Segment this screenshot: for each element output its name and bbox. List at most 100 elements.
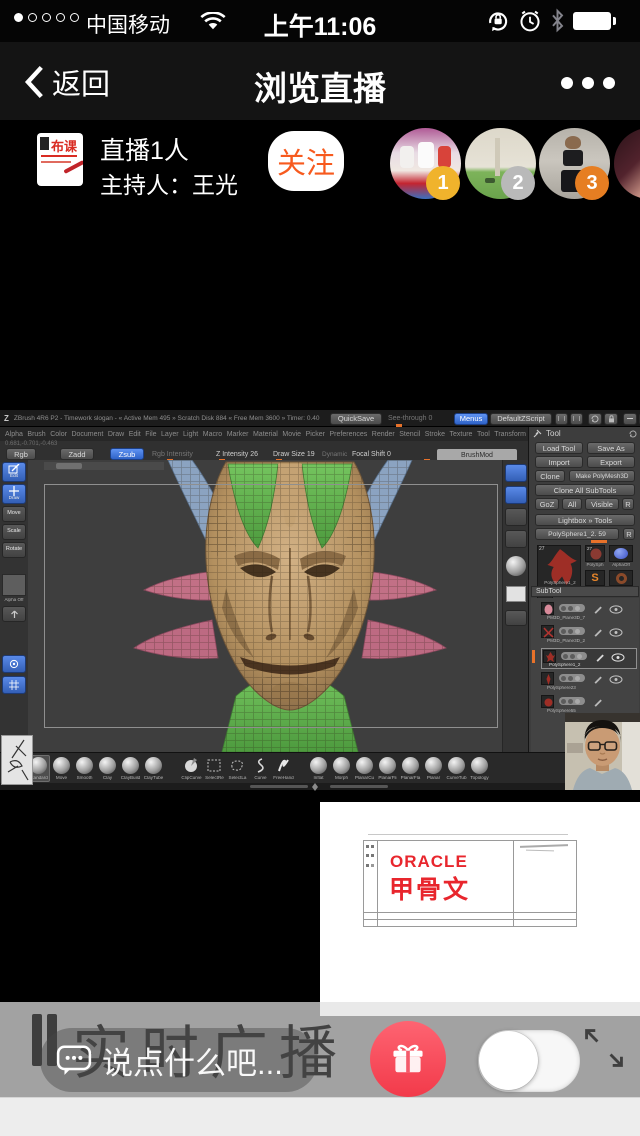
default-zscript-button[interactable]: DefaultZScript: [490, 413, 552, 425]
menu-item[interactable]: Render: [372, 431, 395, 438]
dynamic-toggle[interactable]: Dynamic: [322, 451, 347, 458]
titlebar-mini-button[interactable]: [555, 413, 568, 425]
dragondr-thumbnail[interactable]: [609, 570, 633, 586]
sculpt-canvas[interactable]: [28, 460, 502, 752]
host-avatar[interactable]: 布课: [37, 133, 83, 186]
save-as-button[interactable]: Save As: [587, 442, 635, 454]
stroke-item[interactable]: [206, 757, 223, 774]
eye-icon[interactable]: [609, 628, 623, 637]
clone-button[interactable]: Clone: [535, 470, 565, 482]
alpha-swatch[interactable]: [2, 574, 26, 596]
subtool-row[interactable]: PM3D_Plane3D_7: [541, 602, 637, 623]
brush-item[interactable]: [333, 757, 350, 774]
stroke-item[interactable]: [275, 757, 292, 774]
menu-item[interactable]: Edit: [129, 431, 141, 438]
menu-item[interactable]: Transform: [494, 431, 526, 438]
viewer-avatar[interactable]: [614, 128, 640, 199]
lightbox-tools-button[interactable]: Lightbox » Tools: [535, 514, 635, 526]
see-through-slider[interactable]: See-through 0: [388, 415, 450, 422]
expand-icon[interactable]: [580, 1024, 628, 1072]
minimize-button[interactable]: [623, 413, 637, 425]
brush-item[interactable]: [99, 757, 116, 774]
more-options-button[interactable]: [552, 77, 615, 89]
quick-3d-button[interactable]: [2, 655, 26, 673]
import-button[interactable]: Import: [535, 456, 583, 468]
follow-button[interactable]: 关注: [268, 131, 344, 191]
goz-button[interactable]: GoZ: [535, 498, 559, 510]
menu-item[interactable]: Macro: [203, 431, 222, 438]
zadd-mode-button[interactable]: Zadd: [60, 448, 94, 460]
menu-item[interactable]: Stroke: [425, 431, 445, 438]
material-preview[interactable]: [506, 556, 526, 576]
side-tool-button[interactable]: [505, 486, 527, 504]
brush-item[interactable]: [356, 757, 373, 774]
pen-icon[interactable]: [593, 627, 603, 637]
gift-button[interactable]: [370, 1021, 446, 1097]
menu-item[interactable]: Document: [71, 431, 103, 438]
focal-shift-slider[interactable]: Focal Shift 0: [352, 451, 391, 458]
goz-visible-button[interactable]: Visible: [585, 498, 619, 510]
make-polymesh-button[interactable]: Make PolyMesh3D: [569, 470, 635, 482]
strip-scrollbar[interactable]: [0, 783, 640, 790]
menu-item[interactable]: Picker: [306, 431, 325, 438]
menu-item[interactable]: Stencil: [399, 431, 420, 438]
brush-item[interactable]: [425, 757, 442, 774]
brush-item[interactable]: [402, 757, 419, 774]
menu-item[interactable]: Color: [50, 431, 67, 438]
subtool-row[interactable]: PM3D_Plane3D_2: [541, 625, 637, 646]
stroke-item[interactable]: [229, 757, 246, 774]
z-intensity-slider[interactable]: Z Intensity 26: [216, 451, 258, 458]
quicksave-button[interactable]: QuickSave: [330, 413, 382, 425]
tool-panel-header[interactable]: Tool: [533, 429, 637, 438]
pen-icon[interactable]: [595, 652, 605, 662]
menu-item[interactable]: Draw: [108, 431, 124, 438]
menu-item[interactable]: Texture: [449, 431, 472, 438]
scale-tool-button[interactable]: Scale: [2, 524, 26, 540]
menu-item[interactable]: Marker: [227, 431, 249, 438]
titlebar-mini-button[interactable]: [570, 413, 583, 425]
menus-toggle[interactable]: Menus: [454, 413, 488, 425]
eye-icon[interactable]: [611, 653, 625, 662]
alpha-off-thumbnail[interactable]: [609, 545, 633, 562]
clone-all-subtools-button[interactable]: Clone All SubTools: [535, 484, 635, 496]
goz-all-button[interactable]: All: [562, 498, 582, 510]
pen-icon[interactable]: [593, 604, 603, 614]
stroke-item[interactable]: [183, 757, 200, 774]
menu-item[interactable]: Layer: [161, 431, 179, 438]
zsub-mode-button[interactable]: Zsub: [110, 448, 144, 460]
quick-grid-button[interactable]: [2, 676, 26, 694]
stroke-item[interactable]: [252, 757, 269, 774]
r-button[interactable]: R: [623, 528, 635, 540]
menu-item[interactable]: Material: [253, 431, 278, 438]
active-tool-thumbnail[interactable]: 27 PolySphere1_2: [537, 545, 581, 587]
side-tool-button[interactable]: [505, 464, 527, 482]
draw-size-slider[interactable]: Draw Size 19: [273, 451, 315, 458]
brush-item[interactable]: [379, 757, 396, 774]
brush-item[interactable]: [448, 757, 465, 774]
subtool-header[interactable]: SubTool: [531, 586, 639, 597]
menu-item[interactable]: Brush: [27, 431, 45, 438]
brush-item[interactable]: [76, 757, 93, 774]
tool-thumbnail[interactable]: 27: [585, 545, 605, 562]
alpha-preview[interactable]: [506, 586, 526, 602]
brush-quickpick[interactable]: [1, 735, 33, 785]
edit-tool-button[interactable]: Edit: [2, 462, 26, 482]
rgb-mode-button[interactable]: Rgb: [6, 448, 36, 460]
eye-icon[interactable]: [609, 605, 623, 614]
eye-icon[interactable]: [609, 675, 623, 684]
simpledr-thumbnail[interactable]: S: [585, 570, 605, 586]
menu-item[interactable]: Tool: [477, 431, 490, 438]
cycle-ui-icon[interactable]: [588, 413, 602, 425]
pen-icon[interactable]: [593, 697, 603, 707]
subtool-row[interactable]: PolySphere23: [541, 672, 637, 693]
brush-item[interactable]: [471, 757, 488, 774]
webcam-overlay[interactable]: [565, 713, 640, 790]
brush-item[interactable]: [122, 757, 139, 774]
rotate-tool-button[interactable]: Rotate: [2, 542, 26, 558]
side-tool-button[interactable]: [505, 508, 527, 526]
draw-tool-button[interactable]: Draw: [2, 484, 26, 504]
pen-icon[interactable]: [593, 674, 603, 684]
menu-item[interactable]: Movie: [282, 431, 301, 438]
load-tool-button[interactable]: Load Tool: [535, 442, 583, 454]
stroke-type-button[interactable]: [2, 606, 26, 622]
